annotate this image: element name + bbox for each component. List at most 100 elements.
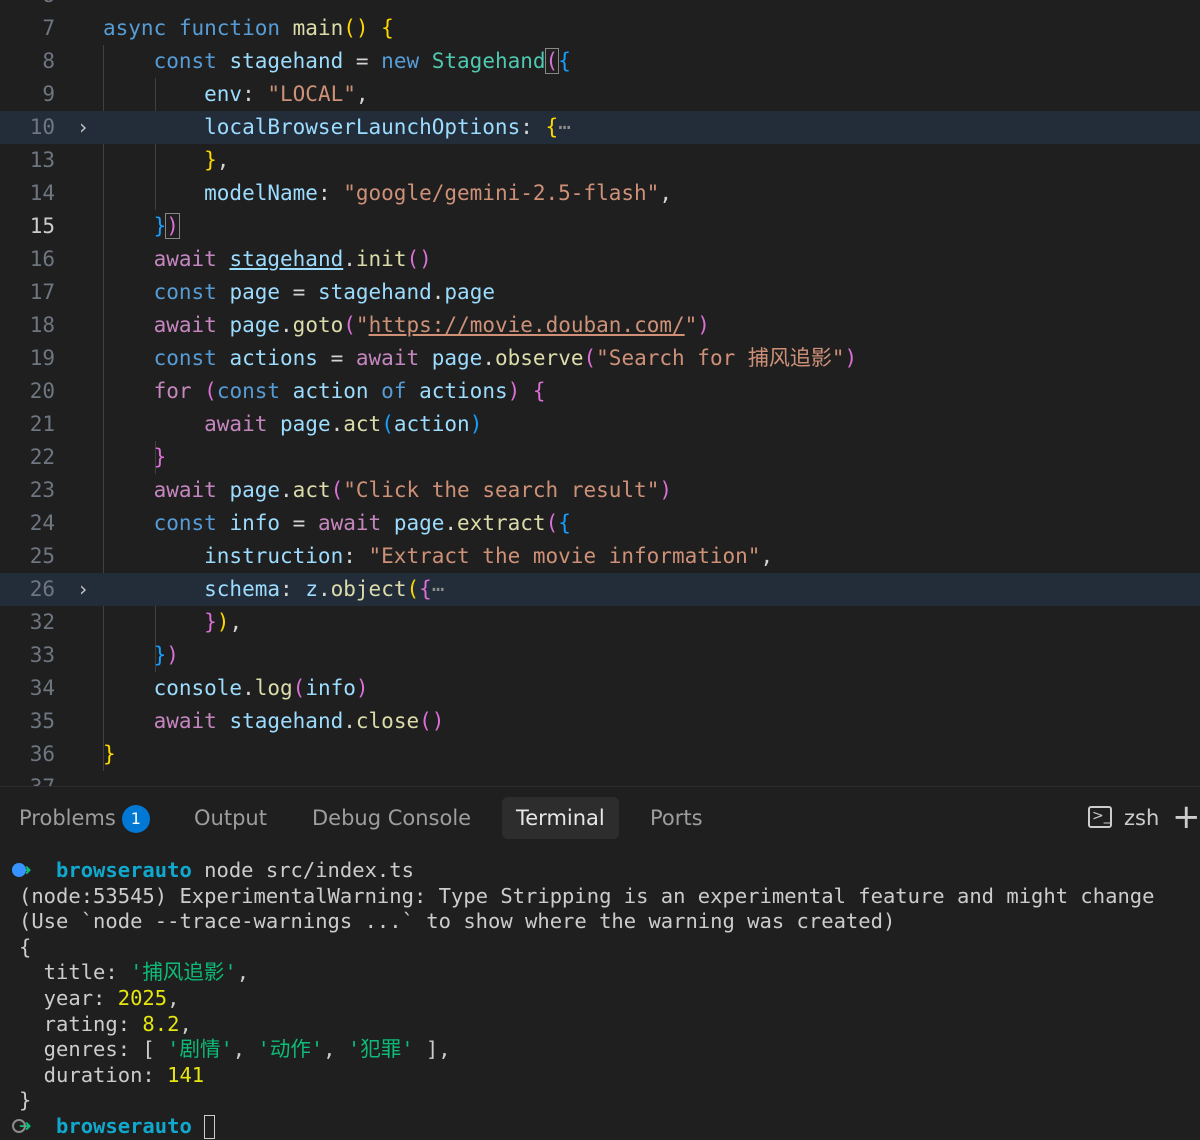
code-line[interactable]: 20 for (const action of actions) { [0,375,1200,408]
fold-chevron-icon[interactable]: › [74,111,92,144]
code-token: , [760,544,774,568]
code-line[interactable]: 32 }), [0,606,1200,639]
terminal-output[interactable]: ➜ browserauto node src/index.ts (node:535… [0,848,1200,1140]
line-number: 26 [29,577,55,601]
code-token: await [355,346,432,370]
code-token: { [532,379,546,403]
code-token: ) [697,313,710,337]
terminal-token: , [179,1011,192,1036]
code-token: page [229,478,281,502]
line-number: 8 [42,49,55,73]
code-token: { [558,49,571,73]
terminal-line: (node:53545) ExperimentalWarning: Type S… [19,883,1154,909]
code-text: const stagehand = new Stagehand({ [103,45,571,78]
code-token: page [393,511,445,535]
code-token: { [558,511,571,535]
code-line[interactable]: 7 async function main() { [0,12,1200,45]
code-line[interactable]: 36} [0,738,1200,771]
code-token: action [292,379,369,403]
terminal-token: , [236,960,250,985]
line-number: 18 [29,313,55,337]
code-token: init [355,247,407,271]
code-token: const [216,379,293,403]
code-token: act [292,478,331,502]
code-token: actions [419,379,508,403]
code-token: z [305,577,318,601]
code-token: for [103,379,205,403]
terminal-icon[interactable]: >_ [1088,806,1112,828]
code-line[interactable]: 35 await stagehand.close() [0,705,1200,738]
code-token: extract [457,511,546,535]
code-editor[interactable]: 87async function main() {8 const stageha… [0,0,1200,786]
tab-output[interactable]: Output [180,797,281,839]
line-number: 22 [29,445,55,469]
code-line[interactable]: 15 }) [0,210,1200,243]
terminal-shell-name[interactable]: zsh [1124,802,1159,834]
code-text: await page.goto("https://movie.douban.co… [103,309,710,342]
code-text: }) [103,210,180,243]
code-line[interactable]: 37 [0,771,1200,786]
code-line[interactable]: 21 await page.act(action) [0,408,1200,441]
code-token: page [431,346,483,370]
code-token: await [103,478,230,502]
code-line[interactable]: 10 › localBrowserLaunchOptions: {⋯ [0,111,1200,144]
tab-label: Output [194,806,267,830]
code-token: ( [544,48,560,74]
line-number: 14 [29,181,55,205]
code-line[interactable]: 18 await page.goto("https://movie.douban… [0,309,1200,342]
terminal-token: (Use `node --trace-warnings ...` to show… [19,909,896,934]
line-number: 10 [29,115,55,139]
code-line[interactable]: 8 const stagehand = new Stagehand({ [0,45,1200,78]
tab-label: Terminal [516,806,605,830]
code-token: ⋯ [558,115,571,139]
code-line[interactable]: 16 await stagehand.init() [0,243,1200,276]
code-line[interactable]: 26 › schema: z.object({⋯ [0,573,1200,606]
line-number: 24 [29,511,55,535]
code-token: new [381,49,432,73]
terminal-line: rating: 8.2, [19,1011,192,1037]
tab-problems[interactable]: Problems 1 [5,797,164,839]
code-line[interactable]: 8 [0,0,1200,12]
code-line[interactable]: 34 console.log(info) [0,672,1200,705]
code-line[interactable]: 23 await page.act("Click the search resu… [0,474,1200,507]
command-status-dot-icon[interactable] [12,863,26,877]
tab-ports[interactable]: Ports [636,797,717,839]
code-token: observe [494,346,584,370]
terminal-token: 8.2 [142,1011,180,1036]
code-token: stagehand [317,280,432,304]
code-line[interactable]: 13 }, [0,144,1200,177]
terminal-token: ], [413,1037,451,1062]
code-line[interactable]: 33 }) [0,639,1200,672]
code-token: "LOCAL" [267,82,356,106]
code-token: ( [343,313,356,337]
code-token: . [242,676,255,700]
code-line[interactable]: 14 modelName: "google/gemini-2.5-flash", [0,177,1200,210]
code-token: . [431,280,445,304]
code-line[interactable]: 24 const info = await page.extract({ [0,507,1200,540]
code-line[interactable]: 22 } [0,441,1200,474]
code-token: const [103,346,230,370]
code-line[interactable]: 19 const actions = await page.observe("S… [0,342,1200,375]
code-line[interactable]: 25 instruction: "Extract the movie infor… [0,540,1200,573]
tab-terminal[interactable]: Terminal [502,797,619,839]
code-token: info [229,511,281,535]
tab-debug-console[interactable]: Debug Console [298,797,485,839]
code-line[interactable]: 17 const page = stagehand.page [0,276,1200,309]
terminal-line: ➜ browserauto [12,1113,216,1139]
problems-count-badge: 1 [121,805,150,833]
code-token: ( [406,577,420,601]
terminal-line: year: 2025, [19,985,180,1011]
code-token: ( [292,676,306,700]
line-number: 17 [29,280,55,304]
code-text: const info = await page.extract({ [103,507,571,540]
new-terminal-plus-icon[interactable]: + [1172,797,1200,837]
command-status-dot-icon[interactable] [12,1119,26,1133]
terminal-cursor[interactable] [204,1115,216,1139]
code-token: , [216,148,230,172]
fold-chevron-icon[interactable]: › [74,573,92,606]
code-line[interactable]: 9 env: "LOCAL", [0,78,1200,111]
terminal-token: 141 [167,1062,205,1087]
code-token: ) [844,346,858,370]
code-token: Stagehand [431,49,546,73]
